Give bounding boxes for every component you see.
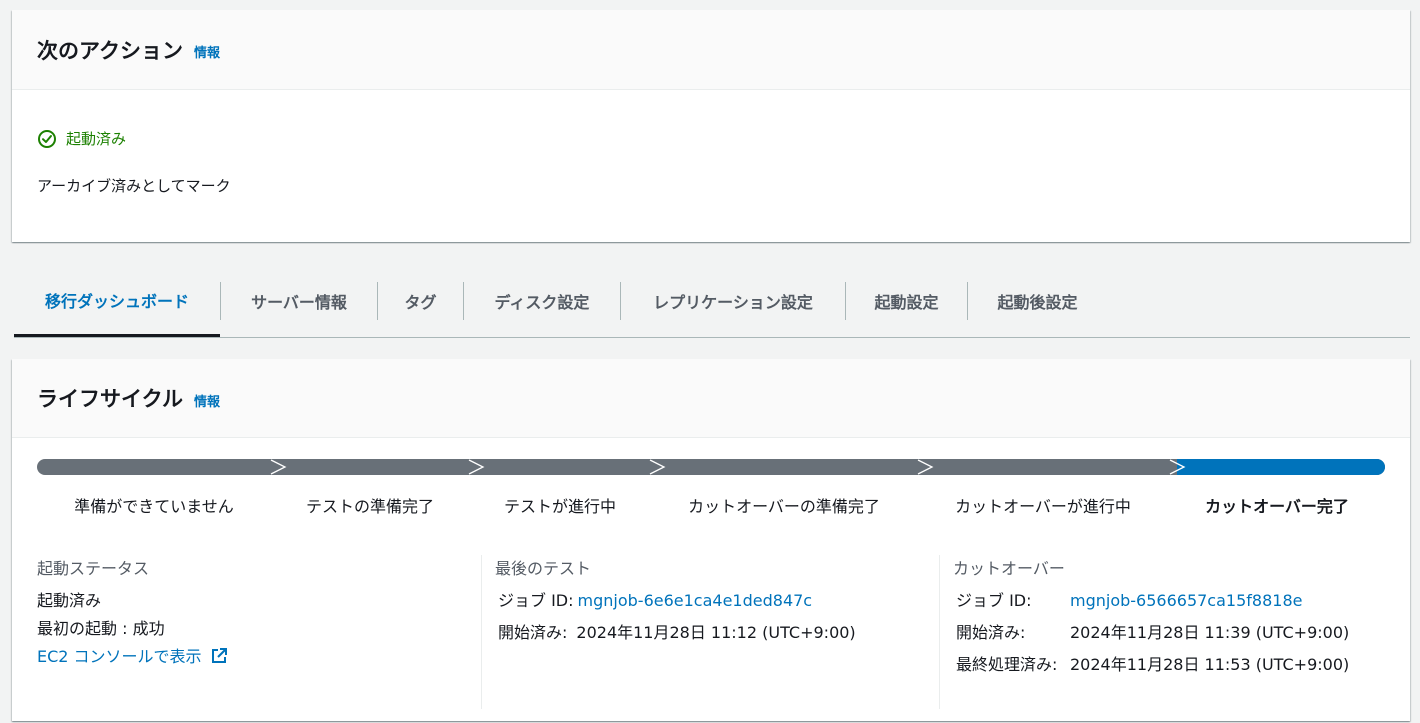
next-action-header: 次のアクション 情報 (12, 10, 1410, 90)
tab-replication-settings[interactable]: レプリケーション設定 (621, 265, 845, 337)
last-test-section: 最後のテスト ジョブ ID: mgnjob-6e6e1ca4e1ded847c … (495, 555, 935, 709)
next-action-title: 次のアクション (37, 38, 183, 63)
launch-status-indicator: 起動済み (37, 128, 126, 149)
next-action-info-link[interactable]: 情報 (194, 42, 220, 61)
cutover-finalized-row: 最終処理済み: 2024年11月28日 11:53 (UTC+9:00) (953, 651, 1393, 679)
cutover-started-value: 2024年11月28日 11:39 (UTC+9:00) (1070, 623, 1350, 642)
next-action-panel: 次のアクション 情報 起動済み アーカイブ済みとしてマーク (12, 10, 1410, 242)
tab-tags[interactable]: タグ (378, 265, 463, 337)
column-divider (939, 555, 940, 709)
last-test-job-link[interactable]: mgnjob-6e6e1ca4e1ded847c (578, 587, 813, 615)
tab-launch-settings[interactable]: 起動設定 (846, 265, 967, 337)
lifecycle-step: テストの準備完了 (305, 497, 435, 516)
next-action-description: アーカイブ済みとしてマーク (37, 177, 231, 195)
lifecycle-step: 準備ができていません (74, 497, 234, 516)
external-link-icon (211, 648, 227, 663)
lifecycle-info-link[interactable]: 情報 (194, 391, 220, 410)
ec2-console-link-label[interactable]: EC2 コンソールで表示 (37, 647, 202, 666)
launch-status-title: 起動ステータス (37, 559, 150, 578)
cutover-finalized-value: 2024年11月28日 11:53 (UTC+9:00) (1070, 655, 1350, 674)
cutover-started-row: 開始済み: 2024年11月28日 11:39 (UTC+9:00) (953, 619, 1393, 647)
tab-post-launch-settings[interactable]: 起動後設定 (968, 265, 1107, 337)
last-test-started-value: 2024年11月28日 11:12 (UTC+9:00) (576, 623, 856, 642)
lifecycle-step: テストが進行中 (503, 497, 617, 516)
started-label: 開始済み: (498, 623, 568, 642)
lifecycle-panel: ライフサイクル 情報 準備ができていません テストの準備完了 テストが進行中 カ… (12, 359, 1410, 721)
lifecycle-step: カットオーバーの準備完了 (688, 497, 880, 516)
lifecycle-progress-bar (37, 459, 1385, 475)
ec2-console-link[interactable]: EC2 コンソールで表示 (37, 643, 477, 671)
lifecycle-header: ライフサイクル 情報 (12, 359, 1410, 438)
tab-server-info[interactable]: サーバー情報 (221, 265, 377, 337)
first-launch-result: 最初の起動 : 成功 (37, 619, 165, 638)
cutover-section: カットオーバー ジョブ ID: mgnjob-6566657ca15f8818e… (953, 555, 1393, 709)
cutover-title: カットオーバー (953, 559, 1065, 578)
launch-status-value: 起動済み (37, 591, 102, 610)
tab-disk-settings[interactable]: ディスク設定 (464, 265, 620, 337)
tab-migration-dashboard[interactable]: 移行ダッシュボード (14, 265, 220, 337)
job-id-label: ジョブ ID: (956, 591, 1032, 610)
progress-current-segment (1177, 459, 1385, 475)
cutover-job-link[interactable]: mgnjob-6566657ca15f8818e (1070, 587, 1302, 615)
launch-status-section: 起動ステータス 起動済み 最初の起動 : 成功 EC2 コンソールで表示 (37, 555, 477, 709)
last-test-started-row: 開始済み: 2024年11月28日 11:12 (UTC+9:00) (495, 619, 935, 647)
finalized-label: 最終処理済み: (956, 655, 1058, 674)
lifecycle-title: ライフサイクル (37, 387, 183, 411)
started-label: 開始済み: (956, 623, 1026, 642)
last-test-job-row: ジョブ ID: mgnjob-6e6e1ca4e1ded847c (495, 587, 935, 615)
cutover-job-row: ジョブ ID: mgnjob-6566657ca15f8818e (953, 587, 1393, 615)
check-circle-icon (38, 129, 56, 148)
job-id-label: ジョブ ID: (498, 591, 574, 610)
lifecycle-step: カットオーバーが進行中 (955, 497, 1131, 516)
column-divider (481, 555, 482, 709)
last-test-title: 最後のテスト (495, 559, 592, 578)
lifecycle-step-current: カットオーバー完了 (1205, 497, 1349, 516)
tab-bar: 移行ダッシュボード サーバー情報 タグ ディスク設定 レプリケーション設定 起動… (14, 265, 1410, 338)
status-text: 起動済み (66, 130, 127, 148)
